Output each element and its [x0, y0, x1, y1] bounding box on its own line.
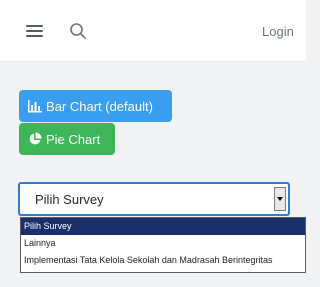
dropdown-option-pilih-survey[interactable]: Pilih Survey	[21, 218, 305, 235]
survey-select-value: Pilih Survey	[35, 192, 104, 207]
survey-select[interactable]: Pilih Survey	[18, 182, 290, 216]
bar-chart-button-label: Bar Chart (default)	[46, 98, 153, 114]
hamburger-icon[interactable]	[26, 25, 43, 38]
bar-chart-icon	[28, 100, 42, 113]
dropdown-option-implementasi[interactable]: Implementasi Tata Kelola Sekolah dan Mad…	[21, 252, 305, 269]
search-icon[interactable]	[69, 22, 87, 40]
survey-dropdown-list: Pilih Survey Lainnya Implementasi Tata K…	[20, 217, 306, 273]
dropdown-option-lainnya[interactable]: Lainnya	[21, 235, 305, 252]
top-navbar: Login	[0, 0, 306, 62]
login-link[interactable]: Login	[262, 24, 294, 39]
chevron-down-icon[interactable]	[274, 187, 286, 211]
pie-chart-button-label: Pie Chart	[46, 131, 101, 147]
pie-chart-icon	[29, 132, 42, 145]
pie-chart-button[interactable]: Pie Chart	[19, 123, 115, 155]
bar-chart-button[interactable]: Bar Chart (default)	[19, 90, 172, 122]
